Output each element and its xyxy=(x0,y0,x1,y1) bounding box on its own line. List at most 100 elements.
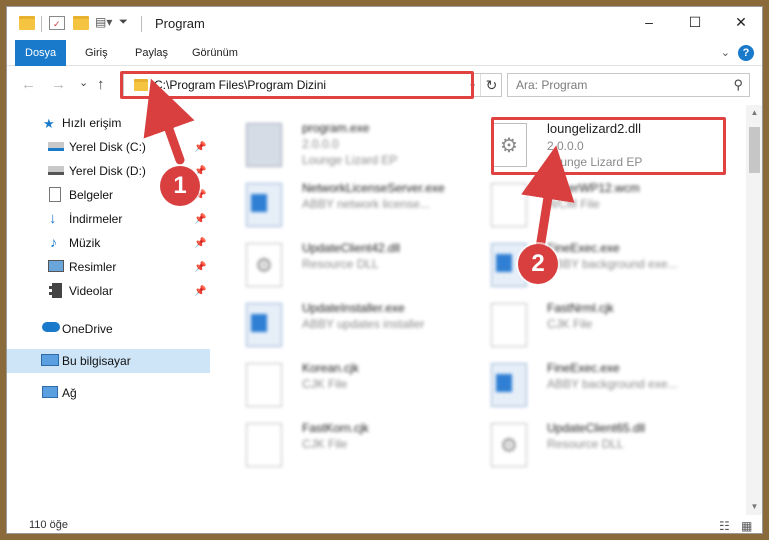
dll-gear-icon: ⚙ xyxy=(491,423,527,467)
refresh-button[interactable]: ↻ xyxy=(480,74,502,96)
file-version: 2.0.0.0 xyxy=(302,137,339,151)
pin-icon: 📌 xyxy=(194,285,207,297)
document-icon xyxy=(491,303,527,347)
sidebar-item-label: Videolar xyxy=(69,284,113,298)
file-list: program.exe 2.0.0.0 Lounge Lizard EP ⚙ l… xyxy=(216,105,746,515)
file-item[interactable]: UpdateInstaller.exe ABBY updates install… xyxy=(226,297,456,357)
tab-giris[interactable]: Giriş xyxy=(75,40,118,66)
tab-gorunum[interactable]: Görünüm xyxy=(182,40,248,66)
file-name: UpdateClient65.dll xyxy=(547,421,646,435)
sidebar-item-pictures[interactable]: Resimler 📌 xyxy=(7,255,210,279)
sidebar-item-downloads[interactable]: ↓ İndirmeler 📌 xyxy=(7,207,210,231)
drive-icon xyxy=(48,166,64,175)
installer-icon xyxy=(246,123,282,167)
vertical-scrollbar[interactable]: ▲ ▼ xyxy=(746,105,762,515)
file-name: Korean.cjk xyxy=(302,361,359,375)
drive-icon xyxy=(48,142,64,151)
file-item[interactable]: program.exe 2.0.0.0 Lounge Lizard EP xyxy=(226,117,456,177)
downloads-icon: ↓ xyxy=(49,210,57,227)
folder-icon xyxy=(19,16,35,30)
file-item[interactable]: FineExec.exe ABBY background exe... xyxy=(471,237,701,297)
sidebar-item-label: Müzik xyxy=(69,236,101,250)
quick-access-dropdown-icon[interactable]: ▤▾ xyxy=(95,16,112,30)
recent-locations-button[interactable]: ⌄ xyxy=(79,76,88,89)
file-item[interactable]: FastNrml.cjk CJK File xyxy=(471,297,701,357)
sidebar-item-network[interactable]: Ağ xyxy=(7,381,210,405)
customize-toolbar-icon[interactable]: ⏷ xyxy=(119,16,135,30)
file-item[interactable]: ⚙ UpdateClient42.dll Resource DLL xyxy=(226,237,456,297)
search-input[interactable]: Ara: Program xyxy=(516,78,587,92)
maximize-button[interactable]: ☐ xyxy=(672,7,718,37)
file-type: Resource DLL xyxy=(302,257,379,271)
file-name: UpdateInstaller.exe xyxy=(302,301,405,315)
step-badge-2: 2 xyxy=(518,244,558,284)
file-item[interactable]: ⚙ UpdateClient65.dll Resource DLL xyxy=(471,417,701,477)
item-count: 110 öğe xyxy=(29,519,68,531)
file-name: FineExec.exe xyxy=(547,241,620,255)
address-highlight-box xyxy=(120,71,474,99)
explorer-window: ✓ ▤▾ ⏷ Program – ☐ ✕ Dosya Giriş Paylaş … xyxy=(6,6,763,534)
sidebar-item-videos[interactable]: Videolar 📌 xyxy=(7,279,210,303)
pin-icon: 📌 xyxy=(194,261,207,273)
sidebar-item-drive-c[interactable]: Yerel Disk (C:) 📌 xyxy=(7,135,210,159)
expand-ribbon-icon[interactable]: ⌄ xyxy=(721,46,730,59)
ribbon-tabs: Dosya Giriş Paylaş Görünüm ⌄ ? xyxy=(7,40,762,66)
back-button[interactable]: ← xyxy=(21,76,36,93)
tab-dosya[interactable]: Dosya xyxy=(15,40,67,66)
help-icon[interactable]: ? xyxy=(738,45,754,61)
pictures-icon xyxy=(48,260,64,272)
sidebar-item-music[interactable]: ♪ Müzik 📌 xyxy=(7,231,210,255)
music-icon: ♪ xyxy=(50,234,57,250)
file-name: FastNrml.cjk xyxy=(547,301,614,315)
scroll-thumb[interactable] xyxy=(749,127,760,173)
sidebar-item-this-pc[interactable]: Bu bilgisayar xyxy=(7,349,210,373)
tab-paylas[interactable]: Paylaş xyxy=(125,40,178,66)
search-icon[interactable]: ⚲ xyxy=(733,77,743,93)
sidebar-item-label: OneDrive xyxy=(62,322,113,336)
file-name: FineExec.exe xyxy=(547,361,620,375)
file-name: program.exe xyxy=(302,121,370,135)
step-badge-1: 1 xyxy=(160,166,200,206)
separator xyxy=(41,16,42,32)
new-folder-icon[interactable] xyxy=(73,16,89,30)
sidebar-item-label: Ağ xyxy=(62,386,77,400)
minimize-button[interactable]: – xyxy=(626,7,672,37)
search-box[interactable]: Ara: Program ⚲ xyxy=(507,73,750,97)
sidebar-item-label: İndirmeler xyxy=(69,212,123,226)
file-type: ABBY updates installer xyxy=(302,317,425,331)
close-button[interactable]: ✕ xyxy=(718,7,762,37)
sidebar-item-label: Belgeler xyxy=(69,188,114,202)
file-type: ABBY network license... xyxy=(302,197,430,211)
file-item[interactable]: FineExec.exe ABBY background exe... xyxy=(471,357,701,417)
exe-icon xyxy=(246,183,282,227)
file-type: CJK File xyxy=(302,437,348,451)
file-company: Lounge Lizard EP xyxy=(302,153,398,167)
separator xyxy=(141,16,142,32)
file-type: ABBY background exe... xyxy=(547,377,678,391)
file-item[interactable]: PaperWP12.wcm WCM File xyxy=(471,177,701,237)
details-view-icon[interactable]: ☷ xyxy=(719,519,730,533)
sidebar-item-onedrive[interactable]: OneDrive xyxy=(7,317,210,341)
file-item[interactable]: Korean.cjk CJK File xyxy=(226,357,456,417)
pin-icon: 📌 xyxy=(194,213,207,225)
exe-icon xyxy=(246,303,282,347)
file-type: CJK File xyxy=(302,377,348,391)
star-icon: ★ xyxy=(43,116,55,131)
dll-gear-icon: ⚙ xyxy=(246,243,282,287)
file-type: ABBY background exe... xyxy=(547,257,678,271)
sidebar-item-quick-access[interactable]: ★ Hızlı erişim xyxy=(7,111,210,135)
large-icons-view-icon[interactable]: ▦ xyxy=(741,519,752,533)
scroll-down-icon[interactable]: ▼ xyxy=(746,499,762,515)
up-button[interactable]: ↑ xyxy=(97,76,105,93)
file-item[interactable]: FastKorn.cjk CJK File xyxy=(226,417,456,477)
navigation-bar: ← → ⌄ ↑ C:\Program Files\Program Dizini … xyxy=(7,67,762,103)
document-icon xyxy=(491,183,527,227)
sidebar-item-label: Resimler xyxy=(69,260,117,274)
sidebar-item-label: Bu bilgisayar xyxy=(62,354,131,368)
file-item[interactable]: NetworkLicenseServer.exe ABBY network li… xyxy=(226,177,456,237)
window-title: Program xyxy=(155,16,205,31)
document-icon xyxy=(246,363,282,407)
properties-icon[interactable]: ✓ xyxy=(49,16,65,30)
scroll-up-icon[interactable]: ▲ xyxy=(746,105,762,121)
forward-button[interactable]: → xyxy=(51,76,66,93)
